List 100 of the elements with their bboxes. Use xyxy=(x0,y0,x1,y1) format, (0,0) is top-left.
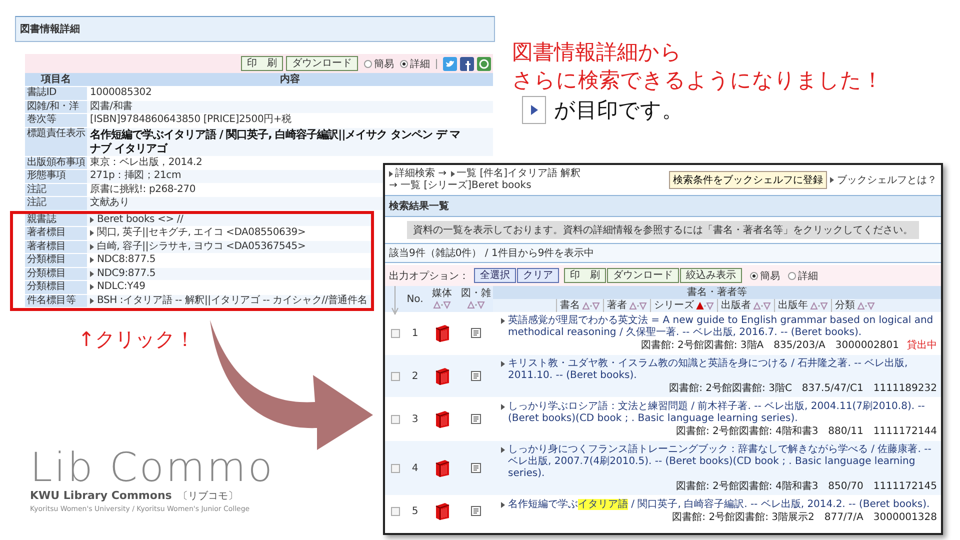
column-header: 内容 xyxy=(87,73,493,86)
sort-field-label: 著者 xyxy=(607,299,627,312)
sort-arrows-icon[interactable] xyxy=(696,302,714,310)
radio-button[interactable] xyxy=(788,272,796,280)
triangle-icon xyxy=(90,298,94,304)
book-title-link[interactable]: 英語感覚が理屈でわかる英文法 = A new guide to English grammar based on logical and methodical reasoning / 久保聖一著. -- ベレ出版, 2016.7. -- (Beret books). xyxy=(508,315,937,339)
holding-info: 図書館: 2号館図書館: 4階和書3 880/11 1111172144 xyxy=(676,426,937,437)
breadcrumb-link[interactable]: 詳細検索 → xyxy=(395,168,447,180)
logo-wordmark: Lib Commo xyxy=(30,447,274,489)
bird-icon[interactable] xyxy=(443,56,457,70)
holding-info: 図書館: 2号館図書館: 3階C 837.5/47/C1 1111189232 xyxy=(669,383,937,394)
field-value: 東京：ベレ出版，2014.2 xyxy=(90,156,202,169)
select-button[interactable]: 全選択 xyxy=(474,268,516,283)
row-number: 4 xyxy=(410,462,420,474)
field-label: 標題責任表示 xyxy=(25,128,87,156)
column-header: 媒体 xyxy=(432,288,452,299)
triangle-icon xyxy=(90,257,94,264)
sort-arrows-icon[interactable] xyxy=(810,302,828,310)
radio-label: 詳細 xyxy=(410,58,430,70)
triangle-icon xyxy=(90,284,94,290)
triangle-icon xyxy=(501,404,505,410)
book-title-link[interactable]: しっかり学ぶロシア語：文法と練習問題 / 前木祥子著. -- ベレ出版, 2004.11(7刷2010.8). -- (Beret books)(CD book ; . Basic language learning series). xyxy=(508,401,937,425)
sort-arrows-icon[interactable] xyxy=(753,302,771,310)
triangle-icon xyxy=(389,171,393,177)
triangle-icon xyxy=(90,244,94,250)
sort-arrows-icon[interactable] xyxy=(629,302,647,310)
triangle-icon xyxy=(501,502,505,508)
book-title-link[interactable]: しっかり身につくフランス語トレーニングブック：辞書なしで解きながら学べる / 佐藤康著. -- ベレ出版, 2007.7(4刷2010.5). -- (Beret books)(CD book ; . Basic language learning series). xyxy=(508,444,937,480)
field-link[interactable]: 関口, 英子||セキグチ, エイコ <DA08550639> xyxy=(97,227,306,240)
row-number: 2 xyxy=(410,370,420,382)
field-label: 巻次等 xyxy=(25,114,87,126)
row-checkbox[interactable] xyxy=(390,506,400,516)
help-link[interactable]: ブックシェルフとは？ xyxy=(837,173,937,187)
sort-arrows-icon[interactable] xyxy=(433,301,451,309)
field-value: 図書/和書 xyxy=(90,100,132,113)
triangle-marker-icon xyxy=(522,96,546,124)
sort-field-label: 書名 xyxy=(560,299,580,312)
triangle-icon xyxy=(90,230,94,236)
action-button[interactable]: 絞込み表示 xyxy=(680,268,742,283)
triangle-icon xyxy=(501,447,505,453)
click-caption: ↑クリック！ xyxy=(78,326,195,353)
toolbar-button[interactable]: ダウンロード xyxy=(286,56,358,71)
row-checkbox[interactable] xyxy=(390,414,400,424)
radio-button[interactable] xyxy=(750,272,758,280)
field-link[interactable]: NDLC:Y49 xyxy=(97,281,146,294)
field-label: 分類標目 xyxy=(25,281,87,294)
holding-info: 図書館: 2号館図書館: 3階展示2 877/7/A 3000001328 xyxy=(672,512,937,523)
row-number: 5 xyxy=(410,506,420,516)
column-header: No. xyxy=(406,294,424,304)
document-icon xyxy=(471,463,481,473)
logo-kana: 〔リブコモ〕 xyxy=(178,490,238,503)
triangle-icon xyxy=(501,318,505,324)
result-count: 該当9件（雑誌0件） / 1件目から9件を表示中 xyxy=(385,244,941,263)
document-icon xyxy=(471,506,481,516)
book-icon xyxy=(434,502,450,520)
radio-button[interactable] xyxy=(400,60,408,68)
row-checkbox[interactable] xyxy=(390,372,400,380)
toolbar-button[interactable]: 印 刷 xyxy=(241,56,283,71)
book-title-link[interactable]: 名作短編で学ぶイタリア語 / 関口英子, 白崎容子編訳. -- ベレ出版, 2014.2. -- (Beret books). xyxy=(508,499,930,511)
field-label: 親書誌 xyxy=(25,214,87,226)
document-icon xyxy=(471,328,481,338)
sort-arrows-icon[interactable] xyxy=(857,302,875,310)
book-icon xyxy=(434,324,450,342)
triangle-icon xyxy=(830,177,834,183)
document-icon xyxy=(471,414,481,424)
breadcrumb-link[interactable]: 一覧 [件名]イタリア語 解釈 xyxy=(456,168,581,180)
field-label: 分類標目 xyxy=(25,254,87,266)
action-button[interactable]: 印 刷 xyxy=(564,268,606,283)
field-label: 注記 xyxy=(25,197,87,210)
holding-info: 図書館: 2号館図書館: 3階A 835/203/A 3000002801 xyxy=(640,340,899,351)
field-label: 件名標目等 xyxy=(25,294,87,307)
book-icon xyxy=(434,367,450,385)
callout-text: さらに検索できるようになりました！ xyxy=(512,67,883,94)
field-link[interactable]: NDC8:877.5 xyxy=(97,254,156,266)
radio-label: 簡易 xyxy=(374,58,394,70)
radio-label: 簡易 xyxy=(760,270,780,282)
triangle-icon xyxy=(90,270,94,277)
row-number: 3 xyxy=(410,414,420,424)
field-label: 著者標目 xyxy=(25,227,87,240)
radio-button[interactable] xyxy=(364,60,372,68)
field-label: 著者標目 xyxy=(25,240,87,253)
column-header: 項目名 xyxy=(25,73,87,86)
action-button[interactable]: ダウンロード xyxy=(607,268,679,283)
breadcrumb-link[interactable]: → 一覧 [シリーズ]Beret books xyxy=(389,180,532,192)
triangle-icon xyxy=(90,216,94,223)
down-arrow-icon xyxy=(391,286,399,316)
row-checkbox[interactable] xyxy=(390,328,400,338)
field-label: 図雑/和・洋 xyxy=(25,100,87,113)
notice-message: 資料の一覧を表示しております。資料の詳細情報を参照するには「書名・著者名等」をクリックしてください。 xyxy=(407,221,919,239)
callout-text: が目印です。 xyxy=(554,97,683,124)
sort-field-label: 分類 xyxy=(835,299,855,312)
book-title-link[interactable]: キリスト教・ユダヤ教・イスラム教の知識と英語を身につける / 石井隆之著. -- ベレ出版, 2011.10. -- (Beret books). xyxy=(508,358,937,382)
sort-arrows-icon[interactable] xyxy=(467,301,485,309)
triangle-icon xyxy=(501,361,505,367)
register-button[interactable]: 検索条件をブックシェルフに登録 xyxy=(669,171,827,189)
row-checkbox[interactable] xyxy=(390,464,400,472)
options-label: 出力オプション： xyxy=(389,270,469,282)
sort-arrows-icon[interactable] xyxy=(582,302,600,310)
holding-info: 図書館: 2号館図書館: 4階和書3 850/70 1111172145 xyxy=(676,481,937,492)
select-button[interactable]: クリア xyxy=(517,268,559,283)
